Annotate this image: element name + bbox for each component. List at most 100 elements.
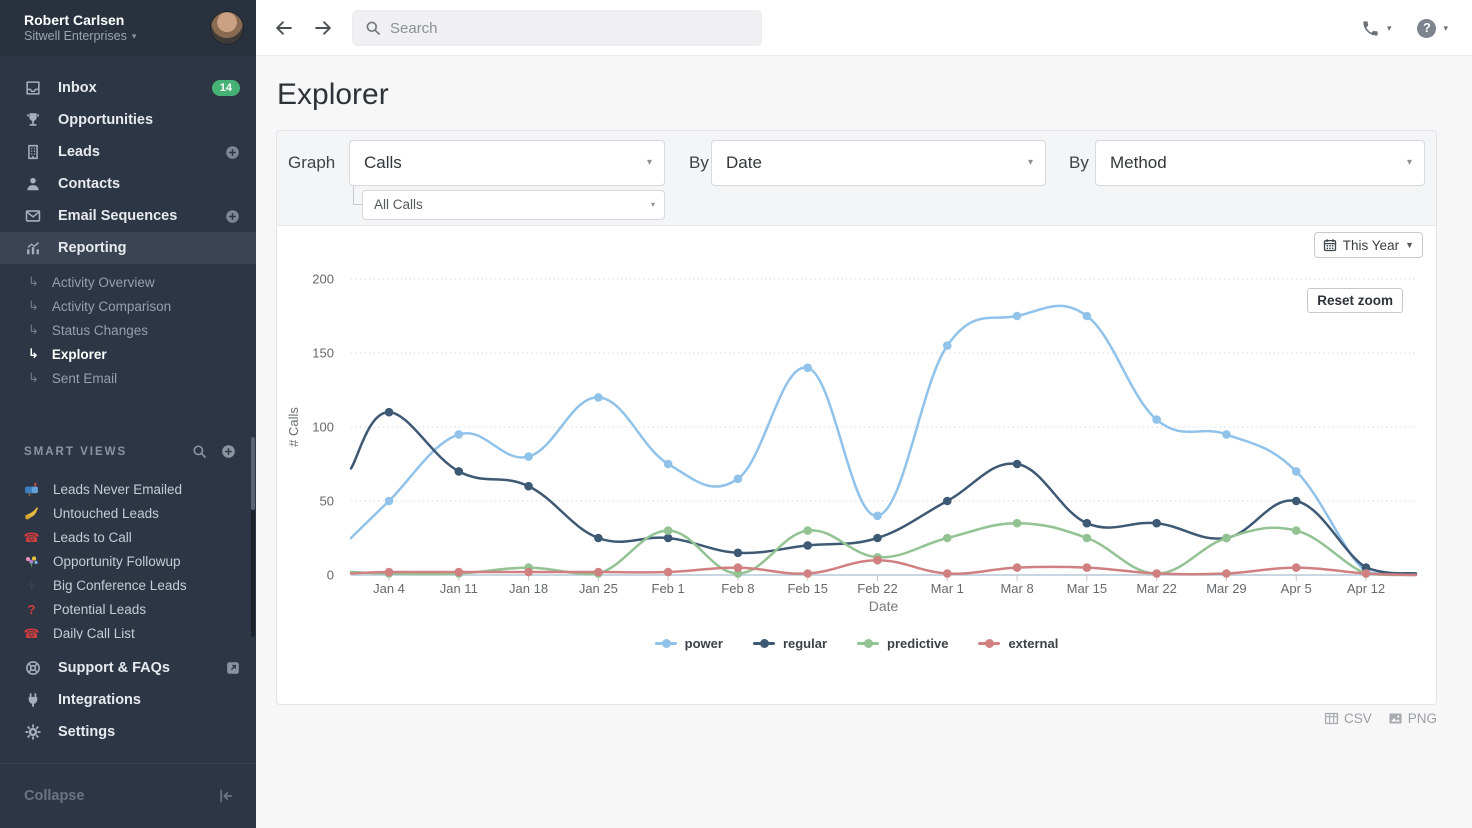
help-icon: ? xyxy=(1417,19,1436,38)
svg-text:Jan 18: Jan 18 xyxy=(509,581,548,596)
add-icon[interactable] xyxy=(225,145,240,160)
sidebar-subitem-status-changes[interactable]: ↳Status Changes xyxy=(0,318,256,342)
org-switcher[interactable]: Sitwell Enterprises ▾ xyxy=(24,29,210,44)
svg-text:Feb 1: Feb 1 xyxy=(652,581,685,596)
svg-text:Mar 8: Mar 8 xyxy=(1000,581,1033,596)
smart-view-leads-to-call[interactable]: ☎ Leads to Call xyxy=(0,525,256,549)
legend-marker xyxy=(753,639,775,648)
life-ring-icon xyxy=(24,659,42,677)
call-filter-select[interactable]: All Calls ▾ xyxy=(362,190,665,220)
sidebar-item-support-faqs[interactable]: Support & FAQs xyxy=(0,652,256,684)
org-name: Sitwell Enterprises xyxy=(24,29,127,44)
sidebar-item-label: Opportunities xyxy=(58,112,153,128)
series-regular xyxy=(351,408,1416,574)
export-csv-link[interactable]: CSV xyxy=(1324,711,1372,726)
sidebar: Robert Carlsen Sitwell Enterprises ▾ Inb… xyxy=(0,0,256,828)
svg-text:200: 200 xyxy=(312,272,334,287)
legend-label: power xyxy=(685,636,723,651)
sidebar-item-settings[interactable]: Settings xyxy=(0,716,256,748)
sidebar-item-leads[interactable]: Leads xyxy=(0,136,256,168)
sidebar-item-integrations[interactable]: Integrations xyxy=(0,684,256,716)
smart-view-untouched-leads[interactable]: Untouched Leads xyxy=(0,501,256,525)
sidebar-subitem-sent-email[interactable]: ↳Sent Email xyxy=(0,366,256,390)
forward-arrow-button[interactable] xyxy=(312,17,334,39)
sidebar-subitem-activity-overview[interactable]: ↳Activity Overview xyxy=(0,270,256,294)
chevron-down-icon: ▾ xyxy=(1387,23,1392,34)
sidebar-item-contacts[interactable]: Contacts xyxy=(0,168,256,200)
legend-marker xyxy=(655,639,677,648)
back-arrow-button[interactable] xyxy=(273,17,295,39)
select-caret-icon: ▾ xyxy=(1407,141,1412,185)
smart-view-label: Potential Leads xyxy=(53,602,146,617)
smart-view-opportunity-followup[interactable]: Opportunity Followup xyxy=(0,549,256,573)
smart-views-header: SMART VIEWS xyxy=(24,444,236,459)
legend-item-predictive[interactable]: predictive xyxy=(857,636,948,651)
sidebar-item-inbox[interactable]: Inbox14 xyxy=(0,72,256,104)
bouquet-icon xyxy=(24,554,39,569)
gear-icon xyxy=(24,723,42,741)
red-telephone-icon: ☎ xyxy=(24,530,39,545)
sidebar-scrollbar-thumb[interactable] xyxy=(251,437,255,510)
sidebar-subitem-label: Explorer xyxy=(52,347,107,362)
smart-view-label: Leads to Call xyxy=(53,530,132,545)
svg-text:Mar 29: Mar 29 xyxy=(1206,581,1246,596)
sidebar-item-opportunities[interactable]: Opportunities xyxy=(0,104,256,136)
svg-text:Mar 15: Mar 15 xyxy=(1067,581,1107,596)
smart-views-add-icon[interactable] xyxy=(221,444,236,459)
export-row: CSV PNG xyxy=(276,711,1437,726)
mailbox-icon xyxy=(24,482,39,497)
export-png-link[interactable]: PNG xyxy=(1388,711,1437,726)
user-account-menu[interactable]: Robert Carlsen Sitwell Enterprises ▾ xyxy=(0,0,256,56)
by-date-select[interactable]: Date ▾ xyxy=(711,140,1046,186)
sidebar-item-label: Reporting xyxy=(58,240,126,256)
smart-view-big-conference-leads[interactable]: ✈Big Conference Leads xyxy=(0,573,256,597)
search-box[interactable] xyxy=(352,10,762,46)
legend-marker xyxy=(857,639,879,648)
envelope-icon xyxy=(24,207,42,225)
legend-item-external[interactable]: external xyxy=(978,636,1058,651)
building-icon xyxy=(24,143,42,161)
call-filter-value: All Calls xyxy=(374,197,423,212)
legend-item-regular[interactable]: regular xyxy=(753,636,827,651)
avatar[interactable] xyxy=(210,11,244,45)
sidebar-footer-nav: Support & FAQs Integrations Settings xyxy=(0,652,256,748)
collapse-button[interactable]: Collapse xyxy=(0,780,256,812)
smart-view-label: Leads Never Emailed xyxy=(53,482,182,497)
chevron-down-icon: ▾ xyxy=(1443,23,1448,34)
help-menu[interactable]: ? ▾ xyxy=(1417,19,1448,38)
phone-menu[interactable]: ▾ xyxy=(1361,19,1392,38)
sidebar-item-reporting[interactable]: Reporting xyxy=(0,232,256,264)
topbar-actions: ▾ ? ▾ xyxy=(1361,0,1448,56)
sidebar-item-label: Support & FAQs xyxy=(58,660,170,676)
sidebar-item-label: Contacts xyxy=(58,176,120,192)
add-icon[interactable] xyxy=(225,209,240,224)
explorer-chart[interactable]: 050100150200Jan 4Jan 11Jan 18Jan 25Feb 1… xyxy=(277,226,1438,706)
smart-view-potential-leads[interactable]: ?Potential Leads xyxy=(0,597,256,621)
external-link-icon xyxy=(226,661,240,675)
plug-icon xyxy=(24,691,42,709)
graph-type-select[interactable]: Calls ▾ xyxy=(349,140,665,186)
sidebar-item-label: Settings xyxy=(58,724,115,740)
search-input[interactable] xyxy=(390,20,749,37)
by-date-value: Date xyxy=(726,153,762,172)
smart-views-search-icon[interactable] xyxy=(192,444,207,459)
by-method-select[interactable]: Method ▾ xyxy=(1095,140,1425,186)
sidebar-subitem-explorer[interactable]: ↳Explorer xyxy=(0,342,256,366)
smart-view-leads-never-emailed[interactable]: Leads Never Emailed xyxy=(0,477,256,501)
smart-view-daily-call-list[interactable]: ☎Daily Call List xyxy=(0,621,256,639)
svg-text:Jan 11: Jan 11 xyxy=(440,581,478,596)
svg-text:50: 50 xyxy=(320,494,334,509)
sidebar-subitem-activity-comparison[interactable]: ↳Activity Comparison xyxy=(0,294,256,318)
sidebar-item-label: Email Sequences xyxy=(58,208,177,224)
select-caret-icon: ▾ xyxy=(647,141,652,185)
csv-label: CSV xyxy=(1344,711,1372,726)
user-text: Robert Carlsen Sitwell Enterprises ▾ xyxy=(24,12,210,44)
graph-type-value: Calls xyxy=(364,153,402,172)
svg-text:Feb 15: Feb 15 xyxy=(787,581,827,596)
legend-item-power[interactable]: power xyxy=(655,636,723,651)
sidebar-item-email-sequences[interactable]: Email Sequences xyxy=(0,200,256,232)
sidebar-subitem-label: Sent Email xyxy=(52,371,117,386)
select-caret-icon: ▾ xyxy=(651,191,655,219)
svg-text:100: 100 xyxy=(312,420,334,435)
sidebar-nav: Inbox14 Opportunities Leads Contacts Email S… xyxy=(0,72,256,264)
